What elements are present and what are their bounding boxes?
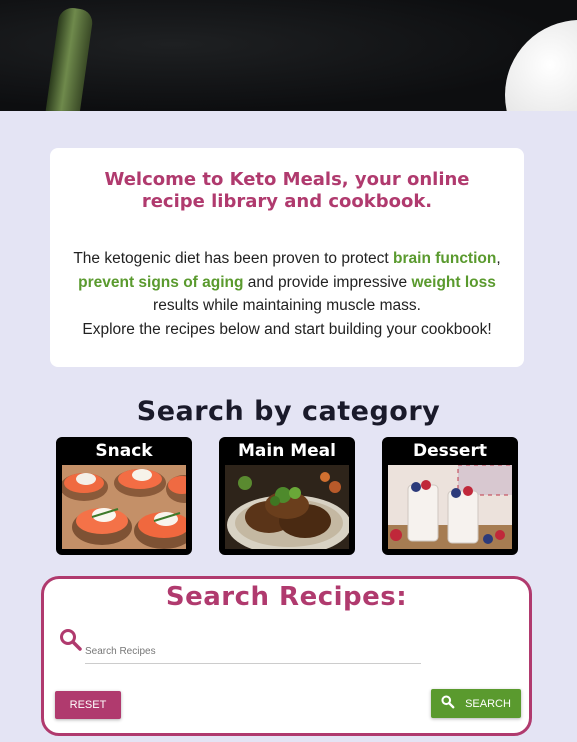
main-meal-image [225,465,349,549]
search-input[interactable] [85,639,421,664]
category-tile-main-meal[interactable]: Main Meal [219,437,355,555]
search-title: Search Recipes: [165,582,408,612]
search-button-icon [441,695,455,712]
welcome-card: Welcome to Keto Meals, your online recip… [50,148,524,367]
search-button[interactable]: Search [431,689,521,718]
hero-asparagus-decor [43,6,95,111]
welcome-cta-text: Explore the recipes below and start buil… [82,320,492,338]
hero-banner-image [0,0,577,111]
dessert-image-art [388,465,512,549]
welcome-text-part: , [496,250,501,267]
dessert-image [388,465,512,549]
category-label-dessert: Dessert [413,441,487,461]
welcome-text-part: and provide impressive [243,273,412,291]
category-tile-snack[interactable]: Snack [56,437,192,555]
search-button-label: Search [465,697,511,710]
main-meal-image-art [225,465,349,549]
hero-plate-decor [505,20,577,111]
keyword-prevent-aging: prevent signs of aging [78,273,244,291]
category-heading: Search by category [136,396,441,427]
snack-image [62,465,186,549]
search-recipes-panel: Search Recipes: Reset Search [41,576,532,736]
search-icon [59,628,83,652]
snack-image-art [62,465,186,549]
welcome-text-part: The ketogenic diet has been proven to pr… [73,250,394,267]
welcome-text: The ketogenic diet has been proven to pr… [50,247,524,341]
keyword-weight-loss: weight loss [411,273,496,291]
category-tile-dessert[interactable]: Dessert [382,437,518,555]
welcome-text-part: results while maintaining muscle mass. [153,297,421,314]
keyword-brain-function: brain function [393,250,497,267]
reset-button[interactable]: Reset [55,691,121,719]
category-label-snack: Snack [95,441,153,461]
welcome-title: Welcome to Keto Meals, your online recip… [104,169,470,212]
category-label-main-meal: Main Meal [238,441,336,461]
